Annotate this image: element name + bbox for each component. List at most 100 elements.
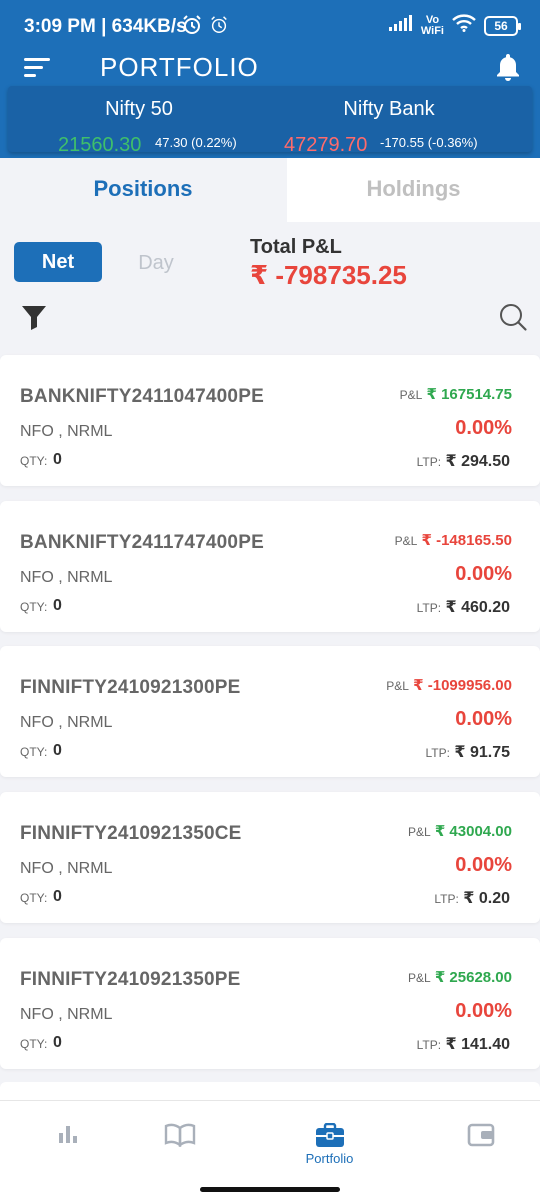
position-pnl: P&L ₹ 43004.00 xyxy=(408,822,512,840)
portfolio-tabs: Positions Holdings xyxy=(0,158,540,222)
ltp-label: LTP: xyxy=(416,1038,442,1052)
pnl-label: P&L xyxy=(407,971,431,985)
bar-chart-icon xyxy=(55,1123,81,1150)
position-ltp-value: ₹ 141.40 xyxy=(445,1036,510,1053)
gesture-handle xyxy=(200,1187,340,1192)
index-change: 47.30 (0.22%) xyxy=(155,135,237,150)
app-bar: PORTFOLIO xyxy=(0,52,540,84)
qty-label: QTY: xyxy=(20,891,48,905)
position-ltp-value: ₹ 294.50 xyxy=(445,453,510,470)
qty-label: QTY: xyxy=(20,454,48,468)
book-icon xyxy=(164,1123,196,1152)
total-pnl-value: ₹ -798735.25 xyxy=(250,260,407,290)
nav-funds[interactable] xyxy=(413,1101,540,1200)
position-qty: 0 xyxy=(53,742,62,759)
qty-label: QTY: xyxy=(20,1037,48,1051)
position-ltp-value: ₹ 460.20 xyxy=(445,599,510,616)
position-pnl: P&L ₹ 167514.75 xyxy=(400,385,512,403)
position-ltp: LTP: ₹ 294.50 xyxy=(417,451,510,471)
position-symbol: BANKNIFTY2411747400PE xyxy=(20,532,264,553)
status-bar: 3:09 PM | 634KB/s Vo WiFi 56 xyxy=(0,0,540,52)
index-change: -170.55 (-0.36%) xyxy=(380,135,478,150)
index-value: 21560.30 xyxy=(58,134,142,156)
position-ltp: LTP: ₹ 460.20 xyxy=(417,597,510,617)
ltp-label: LTP: xyxy=(416,601,442,615)
position-change: 0.00% xyxy=(455,708,512,730)
position-pnl: P&L ₹ -1099956.00 xyxy=(386,676,512,694)
nav-portfolio[interactable]: Portfolio xyxy=(262,1101,397,1200)
position-ltp: LTP: ₹ 91.75 xyxy=(425,742,510,762)
qty-label: QTY: xyxy=(20,600,48,614)
position-pnl-value: ₹ -148165.50 xyxy=(421,532,512,549)
bell-icon[interactable] xyxy=(494,52,522,82)
ltp-label: LTP: xyxy=(416,455,442,469)
position-qty: 0 xyxy=(53,597,62,614)
position-ltp: LTP: ₹ 0.20 xyxy=(434,888,510,908)
nav-orderbook[interactable] xyxy=(112,1101,247,1200)
day-toggle-button[interactable]: Day xyxy=(122,242,190,282)
index-nifty50[interactable]: Nifty 50 21560.30 47.30 (0.22%) xyxy=(8,86,270,156)
pnl-label: P&L xyxy=(386,679,409,693)
position-card[interactable]: BANKNIFTY2411747400PE NFO , NRML QTY: 0 … xyxy=(0,501,540,632)
qty-label: QTY: xyxy=(20,745,48,759)
position-symbol: FINNIFTY2410921350CE xyxy=(20,823,242,844)
position-pnl-value: ₹ -1099956.00 xyxy=(413,677,512,694)
position-pnl: P&L ₹ 25628.00 xyxy=(408,968,512,986)
pnl-label: P&L xyxy=(407,825,431,839)
position-change: 0.00% xyxy=(455,854,512,876)
position-pnl-value: ₹ 43004.00 xyxy=(434,823,512,840)
total-pnl-label: Total P&L xyxy=(250,236,342,258)
position-exchange: NFO , NRML xyxy=(20,1006,113,1023)
position-pnl-value: ₹ 25628.00 xyxy=(434,969,512,986)
index-ticker-card: Nifty 50 21560.30 47.30 (0.22%) Nifty Ba… xyxy=(8,86,532,156)
position-change: 0.00% xyxy=(455,563,512,585)
alarm-icon xyxy=(209,15,229,41)
index-niftybank[interactable]: Nifty Bank 47279.70 -170.55 (-0.36%) xyxy=(258,86,520,156)
briefcase-icon xyxy=(315,1122,345,1154)
position-qty: 0 xyxy=(53,1034,62,1051)
vowifi-bottom: WiFi xyxy=(420,25,444,37)
position-qty: 0 xyxy=(53,888,62,905)
position-card[interactable]: FINNIFTY2410921350CE NFO , NRML QTY: 0 P… xyxy=(0,792,540,923)
tab-positions[interactable]: Positions xyxy=(0,158,286,222)
nav-portfolio-label: Portfolio xyxy=(305,1151,354,1166)
position-ltp-value: ₹ 91.75 xyxy=(454,744,510,761)
position-symbol: FINNIFTY2410921300PE xyxy=(20,677,241,698)
position-change: 0.00% xyxy=(455,417,512,439)
position-pnl-value: ₹ 167514.75 xyxy=(426,386,512,403)
pnl-label: P&L xyxy=(394,534,418,548)
position-exchange: NFO , NRML xyxy=(20,423,113,440)
page-title: PORTFOLIO xyxy=(100,52,259,82)
tab-holdings[interactable]: Holdings xyxy=(287,158,540,222)
position-card[interactable]: FINNIFTY2410921300PE NFO , NRML QTY: 0 P… xyxy=(0,646,540,777)
ltp-label: LTP: xyxy=(425,746,450,760)
top-header: 3:09 PM | 634KB/s Vo WiFi 56 PORTFOLIO N… xyxy=(0,0,540,158)
position-symbol: FINNIFTY2410921350PE xyxy=(20,969,241,990)
index-name: Nifty 50 xyxy=(105,98,173,120)
status-time: 3:09 PM | 634KB/s xyxy=(24,16,187,37)
wifi-icon xyxy=(452,14,476,38)
net-toggle-button[interactable]: Net xyxy=(14,242,102,282)
position-card[interactable]: FINNIFTY2410921350PE NFO , NRML QTY: 0 P… xyxy=(0,938,540,1069)
position-exchange: NFO , NRML xyxy=(20,860,113,877)
position-change: 0.00% xyxy=(455,1000,512,1022)
vowifi-indicator: Vo WiFi xyxy=(421,15,444,37)
position-qty: 0 xyxy=(53,451,62,468)
battery-indicator: 56 xyxy=(484,16,521,36)
index-name: Nifty Bank xyxy=(343,98,435,120)
wallet-icon xyxy=(467,1123,495,1152)
position-card[interactable]: BANKNIFTY2411047400PE NFO , NRML QTY: 0 … xyxy=(0,355,540,486)
position-pnl: P&L ₹ -148165.50 xyxy=(395,531,512,549)
signal-icon xyxy=(388,15,413,37)
position-exchange: NFO , NRML xyxy=(20,714,113,731)
search-icon[interactable] xyxy=(498,302,528,332)
filter-icon[interactable] xyxy=(20,303,48,331)
menu-icon[interactable] xyxy=(24,58,50,80)
bottom-navigation: Portfolio xyxy=(0,1100,540,1200)
index-value: 47279.70 xyxy=(284,134,368,156)
ltp-label: LTP: xyxy=(434,892,459,906)
position-ltp: LTP: ₹ 141.40 xyxy=(417,1034,510,1054)
position-exchange: NFO , NRML xyxy=(20,569,113,586)
position-ltp-value: ₹ 0.20 xyxy=(463,890,510,907)
pnl-label: P&L xyxy=(399,388,423,402)
